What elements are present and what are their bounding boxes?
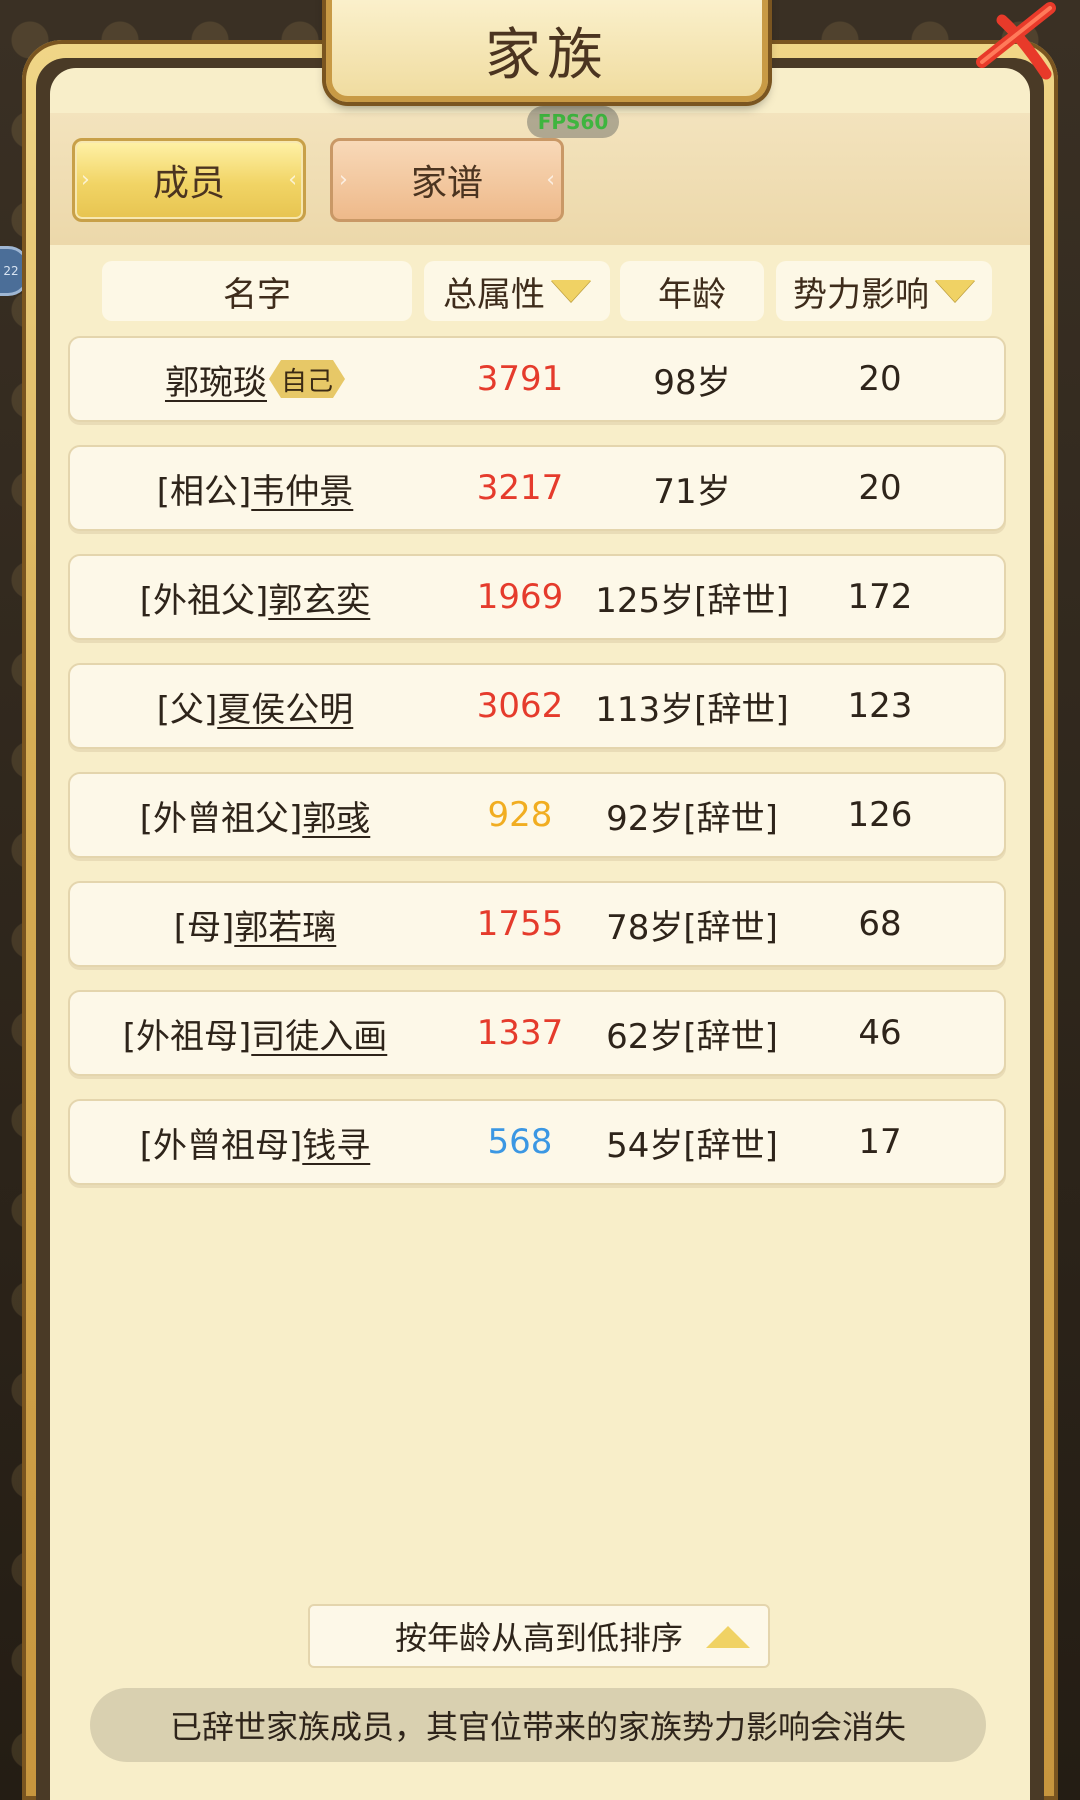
member-relation: [相公] bbox=[156, 471, 252, 512]
member-influence: 126 bbox=[847, 795, 913, 835]
member-name-cell: [母] 郭若璃 bbox=[70, 883, 440, 965]
member-name-link[interactable]: 钱寻 bbox=[302, 1118, 370, 1167]
dialog-title-plaque: 家族 bbox=[326, 0, 768, 102]
member-name-link[interactable]: 郭琬琰 bbox=[165, 355, 267, 404]
table-row[interactable]: [相公] 韦仲景 3217 71岁 20 bbox=[68, 445, 1006, 531]
column-header-name-label: 名字 bbox=[223, 274, 291, 315]
member-name-link[interactable]: 夏侯公明 bbox=[217, 682, 353, 731]
member-relation: [外祖母] bbox=[122, 1016, 252, 1057]
table-row[interactable]: [外曾祖父] 郭彧 928 92岁[辞世] 126 bbox=[68, 772, 1006, 858]
fps-badge: FPS60 bbox=[527, 106, 619, 138]
member-name-cell: [外曾祖父] 郭彧 bbox=[70, 774, 440, 856]
column-header-influence-label: 势力影响 bbox=[793, 274, 929, 315]
column-header-influence[interactable]: 势力影响 bbox=[776, 261, 992, 321]
member-age: 113岁[辞世] bbox=[595, 689, 789, 730]
column-header-age[interactable]: 年龄 bbox=[620, 261, 764, 321]
member-name-cell: [相公] 韦仲景 bbox=[70, 447, 440, 529]
table-row[interactable]: 郭琬琰 自己 3791 98岁 20 bbox=[68, 336, 1006, 422]
member-influence: 46 bbox=[858, 1013, 902, 1053]
deceased-notice: 已辞世家族成员，其官位带来的家族势力影响会消失 bbox=[90, 1688, 986, 1762]
member-influence: 17 bbox=[858, 1122, 902, 1162]
member-age: 125岁[辞世] bbox=[595, 580, 789, 621]
close-x-icon bbox=[976, 2, 1056, 80]
member-attr: 1755 bbox=[476, 904, 564, 944]
member-relation: [外曾祖母] bbox=[139, 1125, 303, 1166]
member-attr: 1337 bbox=[476, 1013, 564, 1053]
sort-by-age-label: 按年龄从高到低排序 bbox=[394, 1619, 683, 1657]
table-row[interactable]: [外祖母] 司徒入画 1337 62岁[辞世] 46 bbox=[68, 990, 1006, 1076]
member-age: 92岁[辞世] bbox=[606, 798, 778, 839]
member-attr: 568 bbox=[487, 1122, 553, 1162]
member-relation: [外祖父] bbox=[139, 580, 269, 621]
member-name-cell: [外祖父] 郭玄奕 bbox=[70, 556, 440, 638]
triangle-down-icon bbox=[551, 280, 591, 302]
member-relation: [父] bbox=[156, 689, 218, 730]
member-age: 54岁[辞世] bbox=[606, 1125, 778, 1166]
member-name-link[interactable]: 司徒入画 bbox=[251, 1009, 387, 1058]
tab-family-tree-label: 家谱 bbox=[410, 163, 483, 204]
member-attr: 3062 bbox=[476, 686, 564, 726]
triangle-down-icon bbox=[935, 280, 975, 302]
self-badge: 自己 bbox=[269, 360, 345, 398]
member-name-link[interactable]: 郭玄奕 bbox=[268, 573, 370, 622]
member-name-cell: [外祖母] 司徒入画 bbox=[70, 992, 440, 1074]
column-header-attr-label: 总属性 bbox=[443, 274, 545, 315]
tab-members-label: 成员 bbox=[152, 163, 225, 204]
chevron-right-icon: › bbox=[81, 167, 90, 193]
tab-members[interactable]: › 成员 ‹ bbox=[72, 138, 306, 222]
dialog-title: 家族 bbox=[485, 22, 609, 88]
tab-family-tree[interactable]: › 家谱 ‹ bbox=[330, 138, 564, 222]
member-influence: 68 bbox=[858, 904, 902, 944]
member-name-link[interactable]: 郭彧 bbox=[302, 791, 370, 840]
member-age: 78岁[辞世] bbox=[606, 907, 778, 948]
member-attr: 3791 bbox=[476, 359, 564, 399]
close-button[interactable] bbox=[962, 0, 1062, 80]
member-influence: 123 bbox=[847, 686, 913, 726]
triangle-up-icon bbox=[706, 1626, 750, 1648]
table-row[interactable]: [母] 郭若璃 1755 78岁[辞世] 68 bbox=[68, 881, 1006, 967]
member-attr: 928 bbox=[487, 795, 553, 835]
member-influence: 20 bbox=[858, 359, 902, 399]
member-influence: 172 bbox=[847, 577, 913, 617]
column-header-age-label: 年龄 bbox=[658, 274, 726, 315]
column-header-name[interactable]: 名字 bbox=[102, 261, 412, 321]
member-influence: 20 bbox=[858, 468, 902, 508]
member-name-link[interactable]: 郭若璃 bbox=[234, 900, 336, 949]
member-relation: [外曾祖父] bbox=[139, 798, 303, 839]
member-attr: 3217 bbox=[476, 468, 564, 508]
member-attr: 1969 bbox=[476, 577, 564, 617]
chevron-left-icon: ‹ bbox=[288, 167, 297, 193]
member-name-cell: [外曾祖母] 钱寻 bbox=[70, 1101, 440, 1183]
member-name-cell: 郭琬琰 自己 bbox=[70, 338, 440, 420]
chevron-left-icon: ‹ bbox=[546, 167, 555, 193]
family-panel: FPS60 › 成员 ‹ › 家谱 ‹ 名字 总属性 年龄 势力影响 郭琬琰 自… bbox=[50, 68, 1030, 1800]
member-relation: [母] bbox=[173, 907, 235, 948]
member-age: 98岁 bbox=[653, 362, 731, 403]
member-name-link[interactable]: 韦仲景 bbox=[251, 464, 353, 513]
chevron-right-icon: › bbox=[339, 167, 348, 193]
member-name-cell: [父] 夏侯公明 bbox=[70, 665, 440, 747]
member-age: 62岁[辞世] bbox=[606, 1016, 778, 1057]
table-row[interactable]: [父] 夏侯公明 3062 113岁[辞世] 123 bbox=[68, 663, 1006, 749]
table-row[interactable]: [外祖父] 郭玄奕 1969 125岁[辞世] 172 bbox=[68, 554, 1006, 640]
column-header-attr[interactable]: 总属性 bbox=[424, 261, 610, 321]
table-row[interactable]: [外曾祖母] 钱寻 568 54岁[辞世] 17 bbox=[68, 1099, 1006, 1185]
member-age: 71岁 bbox=[653, 471, 731, 512]
sort-by-age-button[interactable]: 按年龄从高到低排序 bbox=[308, 1604, 770, 1668]
